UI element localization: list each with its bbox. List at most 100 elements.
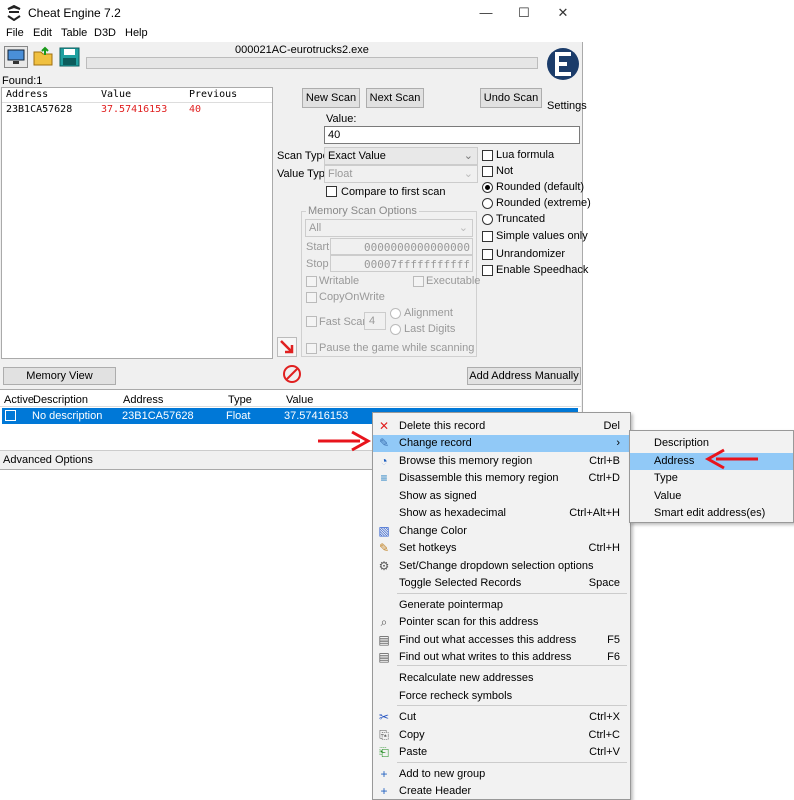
fast-scan-input[interactable]: 4: [364, 312, 386, 330]
context-menu-item[interactable]: ▤ Find out what writes to this address F6: [373, 649, 630, 666]
minimize-button[interactable]: —: [466, 0, 506, 26]
start-address-input[interactable]: 0000000000000000: [330, 238, 473, 255]
context-menu-item[interactable]: ◔ Browse this memory region Ctrl+B: [373, 453, 630, 470]
value-type-select[interactable]: Float ⌄: [324, 165, 478, 183]
cheat-engine-logo-icon[interactable]: [545, 44, 581, 86]
fast-scan-label: Fast Scan: [319, 316, 369, 328]
context-menu-item[interactable]: + Add to new group: [373, 766, 630, 783]
pause-game-checkbox[interactable]: [306, 343, 317, 354]
add-to-list-button[interactable]: [277, 337, 297, 357]
writable-checkbox[interactable]: [306, 276, 317, 287]
copyonwrite-checkbox[interactable]: [306, 292, 317, 303]
last-digits-radio[interactable]: [390, 324, 401, 335]
alignment-radio[interactable]: [390, 308, 401, 319]
col-address[interactable]: Address: [123, 394, 163, 406]
results-col-address[interactable]: Address: [6, 89, 48, 100]
no-entry-icon[interactable]: [282, 364, 302, 384]
context-menu-item-label: Set/Change dropdown selection options: [399, 560, 594, 572]
context-menu-item-label: Toggle Selected Records: [399, 577, 522, 589]
speedhack-checkbox[interactable]: [482, 265, 493, 276]
context-menu-item-label: Copy: [399, 729, 425, 741]
cheat-engine-window: Cheat Engine 7.2 — ☐ ✕ File Edit Table D…: [0, 0, 591, 470]
col-active[interactable]: Active: [4, 394, 34, 406]
active-checkbox[interactable]: [5, 410, 16, 421]
col-value[interactable]: Value: [286, 394, 313, 406]
open-process-button[interactable]: [4, 46, 28, 68]
next-scan-button[interactable]: Next Scan: [366, 88, 424, 108]
context-menu-item[interactable]: ✕ Delete this record Del: [373, 418, 630, 435]
stop-label: Stop: [306, 258, 329, 270]
maximize-button[interactable]: ☐: [504, 0, 544, 26]
submenu-item[interactable]: Value: [630, 488, 793, 505]
scan-value-input[interactable]: 40: [324, 126, 580, 144]
undo-scan-button[interactable]: Undo Scan: [480, 88, 542, 108]
context-menu-shortcut: Space: [588, 577, 620, 589]
annotation-arrow-left-icon: [704, 448, 758, 470]
truncated-label: Truncated: [496, 213, 546, 225]
executable-checkbox[interactable]: [413, 276, 424, 287]
results-col-previous[interactable]: Previous: [189, 89, 237, 100]
context-menu-shortcut: Ctrl+V: [589, 746, 620, 758]
context-menu-item[interactable]: ✎ Set hotkeys Ctrl+H: [373, 540, 630, 557]
settings-link[interactable]: Settings: [547, 100, 587, 112]
context-menu-item[interactable]: ⚙ Set/Change dropdown selection options: [373, 558, 630, 575]
compare-first-checkbox[interactable]: [326, 186, 337, 197]
change-record-submenu: Description Address Type Value Smart edit ad…: [629, 430, 794, 523]
menu-table[interactable]: Table: [61, 27, 87, 39]
context-menu-item[interactable]: ⎘ Copy Ctrl+C: [373, 727, 630, 744]
results-col-value[interactable]: Value: [101, 89, 131, 100]
submenu-item[interactable]: Type: [630, 470, 793, 487]
memory-view-button[interactable]: Memory View: [3, 367, 116, 385]
stop-address-input[interactable]: 00007fffffffffff: [330, 255, 473, 272]
context-menu-item[interactable]: ▤ Find out what accesses this address F5: [373, 632, 630, 649]
change-record-icon: ✎: [378, 436, 390, 450]
context-menu-item[interactable]: Show as signed: [373, 488, 630, 505]
menu-edit[interactable]: Edit: [33, 27, 52, 39]
close-button[interactable]: ✕: [543, 0, 583, 26]
simple-values-checkbox[interactable]: [482, 231, 493, 242]
col-description[interactable]: Description: [33, 394, 88, 406]
address-table-header: Active Description Address Type Value: [0, 390, 581, 407]
context-menu-item[interactable]: Recalculate new addresses: [373, 670, 630, 687]
save-file-button[interactable]: [58, 46, 82, 68]
not-checkbox[interactable]: [482, 166, 493, 177]
context-menu-item-label: Change Color: [399, 525, 467, 537]
menu-d3d[interactable]: D3D: [94, 27, 116, 39]
context-menu-item[interactable]: ✎ Change record ›: [373, 435, 630, 452]
menu-help[interactable]: Help: [125, 27, 148, 39]
result-row[interactable]: 23B1CA57628 37.57416153 40: [2, 103, 272, 117]
submenu-item[interactable]: Smart edit address(es): [630, 505, 793, 522]
unrandomizer-checkbox[interactable]: [482, 249, 493, 260]
add-address-manually-button[interactable]: Add Address Manually: [467, 367, 581, 385]
open-file-button[interactable]: [32, 46, 56, 68]
annotation-arrow-right-icon: [318, 430, 372, 452]
rounded-default-label: Rounded (default): [496, 181, 585, 193]
context-menu-item[interactable]: ≡ Disassemble this memory region Ctrl+D: [373, 470, 630, 487]
rounded-extreme-radio[interactable]: [482, 198, 493, 209]
plus-icon: +: [380, 784, 388, 798]
context-menu-item[interactable]: + Create Header: [373, 783, 630, 800]
memory-region-select[interactable]: All ⌄: [305, 219, 473, 237]
fast-scan-checkbox[interactable]: [306, 316, 317, 327]
context-menu-item[interactable]: Toggle Selected Records Space: [373, 575, 630, 592]
context-menu-item-label: Recalculate new addresses: [399, 672, 534, 684]
rounded-default-radio[interactable]: [482, 182, 493, 193]
context-menu-item[interactable]: ▧ Change Color: [373, 523, 630, 540]
context-menu-item[interactable]: Force recheck symbols: [373, 688, 630, 705]
context-menu-item[interactable]: ⌕ Pointer scan for this address: [373, 614, 630, 631]
context-menu-shortcut: Ctrl+Alt+H: [569, 507, 620, 519]
menu-separator: [397, 593, 627, 594]
context-menu-item[interactable]: ⎗ Paste Ctrl+V: [373, 744, 630, 761]
menu-file[interactable]: File: [6, 27, 24, 39]
context-menu-item[interactable]: Show as hexadecimal Ctrl+Alt+H: [373, 505, 630, 522]
context-menu-item[interactable]: Generate pointermap: [373, 597, 630, 614]
context-menu-item[interactable]: ✂ Cut Ctrl+X: [373, 709, 630, 726]
scan-type-select[interactable]: Exact Value ⌄: [324, 147, 478, 165]
scan-results-list[interactable]: Address Value Previous 23B1CA57628 37.57…: [1, 87, 273, 359]
context-menu-item-label: Paste: [399, 746, 428, 758]
col-type[interactable]: Type: [228, 394, 252, 406]
lua-formula-checkbox[interactable]: [482, 150, 493, 161]
truncated-radio[interactable]: [482, 214, 493, 225]
result-value: 37.57416153: [101, 104, 168, 115]
new-scan-button[interactable]: New Scan: [302, 88, 360, 108]
